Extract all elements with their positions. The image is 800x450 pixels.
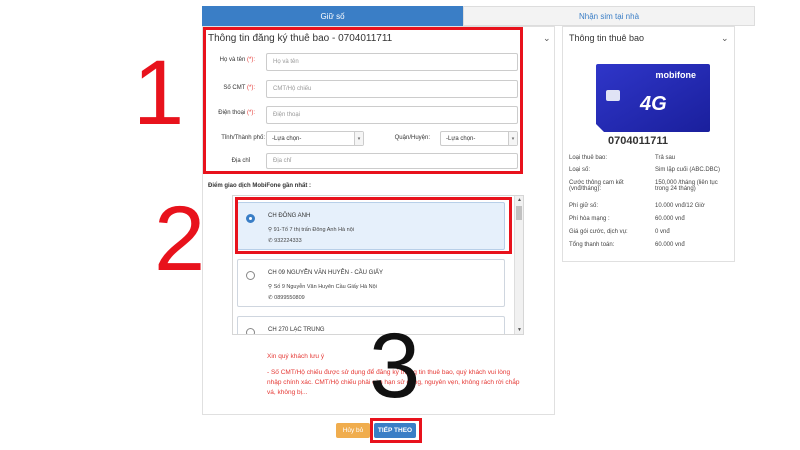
store-name: CH 270 LẠC TRUNG [268, 327, 325, 333]
cancel-button[interactable]: Hủy bỏ [336, 423, 370, 438]
scroll-down-icon[interactable]: ▼ [515, 327, 523, 333]
scroll-thumb[interactable] [516, 206, 522, 220]
chevron-down-icon[interactable]: ⌄ [721, 33, 729, 44]
store-phone: ✆ 0899550809 [268, 295, 305, 301]
subscriber-number: 0704011711 [608, 135, 668, 147]
store-address: ⚲ Số 9 Nguyễn Văn Huyên Cầu Giấy Hà Nội [268, 284, 377, 290]
annotation-number-1: 1 [133, 42, 185, 144]
annotation-box-3 [370, 418, 422, 443]
chevron-down-icon[interactable]: ⌄ [543, 33, 551, 44]
store-item[interactable]: CH 09 NGUYỄN VĂN HUYÊN - CẦU GIẤY ⚲ Số 9… [237, 259, 505, 307]
annotation-number-3: 3 [369, 315, 421, 417]
annotation-number-2: 2 [154, 188, 206, 290]
stores-heading: Điểm giao dịch MobiFone gần nhất : [208, 183, 311, 189]
store-name: CH 09 NGUYỄN VĂN HUYÊN - CẦU GIẤY [268, 270, 384, 276]
tab-nhan-sim-tai-nha[interactable]: Nhận sim tại nhà [463, 6, 755, 26]
sim-network: 4G [639, 93, 667, 115]
store-list-scrollbar[interactable]: ▲ ▼ [514, 196, 523, 334]
radio-icon[interactable] [246, 328, 255, 334]
scroll-up-icon[interactable]: ▲ [515, 197, 523, 203]
subscriber-title: Thông tin thuê bao [569, 33, 645, 43]
info-row: Cước thông cam kết (vnđ/tháng): 150,000 /… [569, 180, 718, 192]
map-pin-icon: ⚲ [268, 284, 273, 290]
phone-icon: ✆ [268, 295, 273, 301]
tab-giu-so[interactable]: Giữ số [202, 6, 463, 26]
sim-brand: mobifone [656, 70, 697, 80]
sim-card-image: mobifone 4G [594, 60, 712, 135]
annotation-box-1 [203, 27, 523, 174]
notice-title: Xin quý khách lưu ý [267, 353, 325, 360]
annotation-box-2 [235, 197, 512, 254]
radio-icon[interactable] [246, 271, 255, 280]
